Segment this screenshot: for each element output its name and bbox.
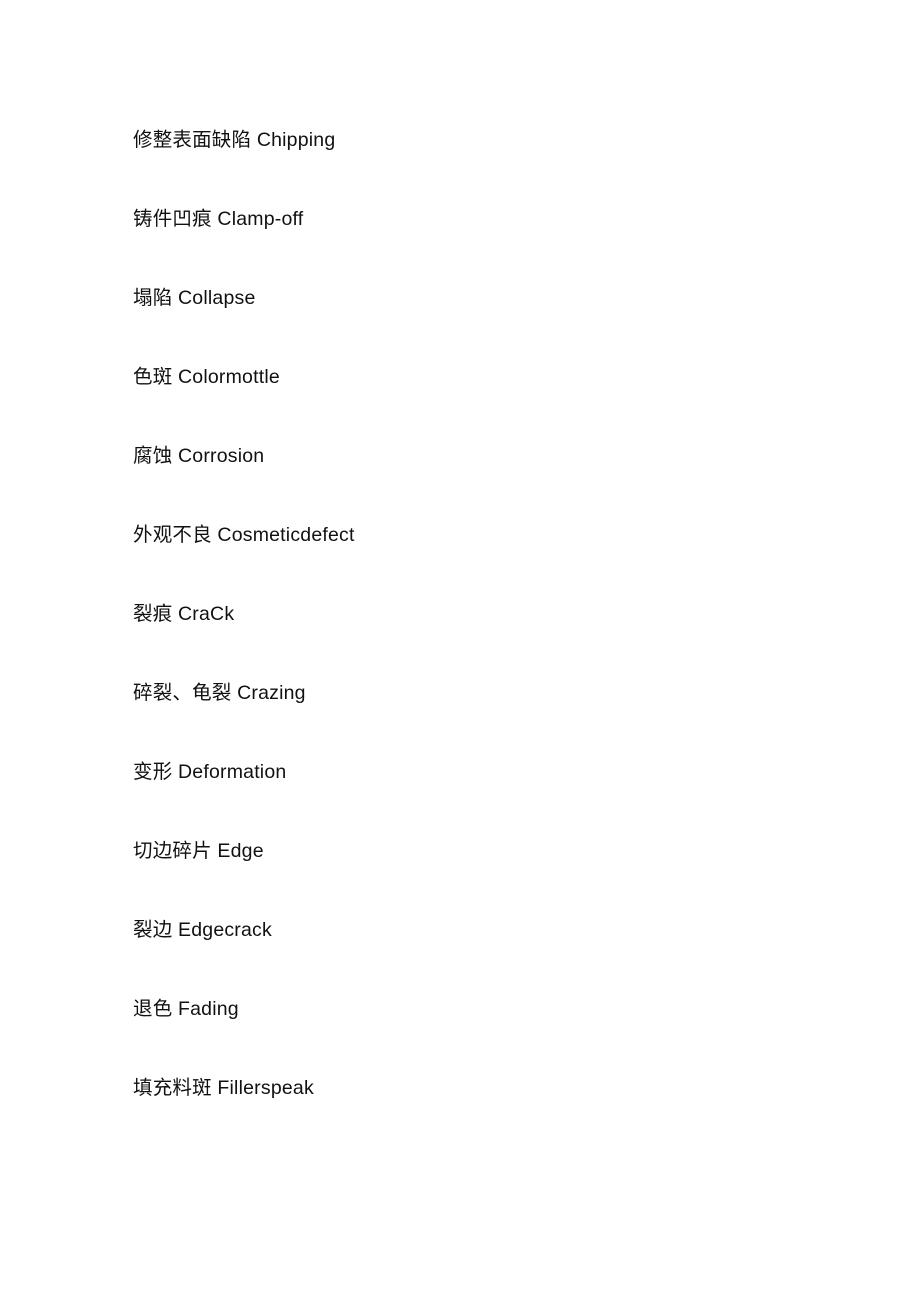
list-item: 裂边 Edgecrack	[133, 919, 272, 941]
list-item: 外观不良 Cosmeticdefect	[133, 524, 355, 546]
list-item: 铸件凹痕 Clamp-off	[133, 208, 304, 230]
list-item: 色斑 Colormottle	[133, 366, 280, 388]
list-item: 裂痕 CraCk	[133, 603, 235, 625]
list-item: 腐蚀 Corrosion	[133, 445, 265, 467]
list-item: 修整表面缺陷 Chipping	[133, 129, 336, 151]
list-item: 塌陷 Collapse	[133, 287, 256, 309]
list-item: 填充料斑 Fillerspeak	[133, 1077, 314, 1099]
document-page: 修整表面缺陷 Chipping 铸件凹痕 Clamp-off 塌陷 Collap…	[0, 0, 920, 1302]
glossary-list: 修整表面缺陷 Chipping 铸件凹痕 Clamp-off 塌陷 Collap…	[133, 126, 834, 1102]
list-item: 退色 Fading	[133, 998, 239, 1020]
list-item: 碎裂、龟裂 Crazing	[133, 682, 306, 704]
list-item: 变形 Deformation	[133, 761, 287, 783]
list-item: 切边碎片 Edge	[133, 840, 264, 862]
